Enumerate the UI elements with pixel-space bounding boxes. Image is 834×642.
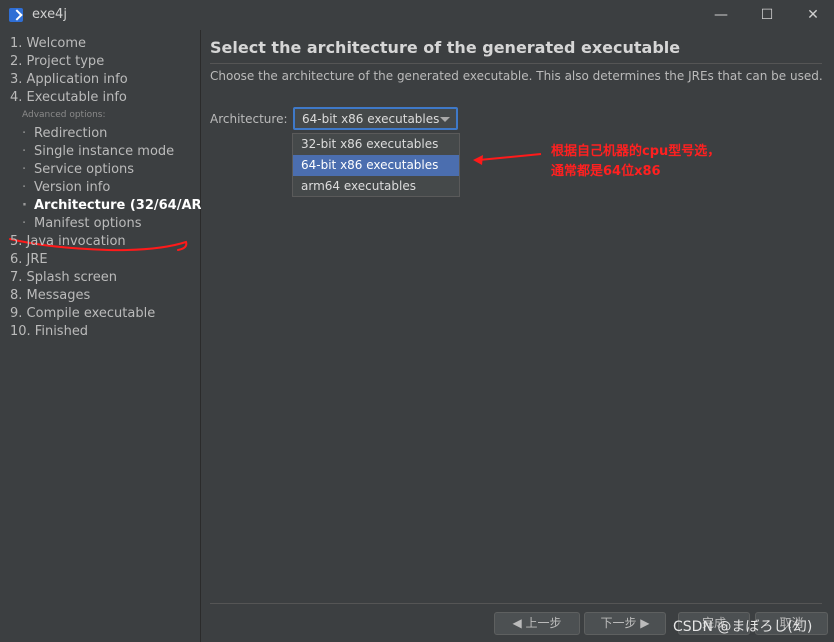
minimize-button[interactable]: — (698, 0, 744, 30)
sub-step-label: Architecture (32/64/ARM) (34, 198, 221, 213)
step-jre[interactable]: 6. JRE (10, 252, 48, 267)
page-description: Choose the architecture of the generated… (210, 69, 823, 83)
sub-step-architecture[interactable]: · Architecture (32/64/ARM) (22, 198, 220, 213)
sub-step-label: Redirection (34, 126, 108, 141)
maximize-button[interactable]: ☐ (744, 0, 790, 30)
next-button[interactable]: 下一步 ▶ (584, 612, 666, 635)
architecture-select[interactable]: 64-bit x86 executables (293, 107, 458, 130)
annotation-text: 根据自己机器的cpu型号选， 通常都是64位x86 (551, 142, 720, 182)
step-application-info[interactable]: 3. Application info (10, 72, 128, 87)
architecture-dropdown-list: 32-bit x86 executables 64-bit x86 execut… (292, 133, 460, 197)
sub-step-label: Version info (34, 180, 111, 195)
previous-button[interactable]: ◀ 上一步 (494, 612, 580, 635)
sub-step-label: Service options (34, 162, 135, 177)
step-messages[interactable]: 8. Messages (10, 288, 90, 303)
step-executable-info[interactable]: 4. Executable info (10, 90, 127, 105)
option-32bit-x86[interactable]: 32-bit x86 executables (293, 134, 459, 155)
option-64bit-x86[interactable]: 64-bit x86 executables (293, 155, 459, 176)
step-compile-executable[interactable]: 9. Compile executable (10, 306, 155, 321)
sub-step-label: Manifest options (34, 216, 142, 231)
sub-step-version-info[interactable]: · Version info (22, 180, 110, 195)
window-title: exe4j (32, 7, 67, 22)
architecture-select-value: 64-bit x86 executables (302, 112, 440, 126)
step-finished[interactable]: 10. Finished (10, 324, 88, 339)
annotation-line-2: 通常都是64位x86 (551, 164, 661, 179)
bullet-dot: · (22, 180, 27, 195)
chevron-down-icon[interactable] (440, 117, 450, 122)
bullet-dot: · (22, 144, 27, 159)
sub-step-manifest-options[interactable]: · Manifest options (22, 216, 142, 231)
bullet-dot: · (22, 216, 27, 231)
sub-step-service-options[interactable]: · Service options (22, 162, 134, 177)
bullet-dot: · (22, 198, 27, 213)
red-arrow-annotation (473, 153, 542, 165)
step-project-type[interactable]: 2. Project type (10, 54, 104, 69)
step-java-invocation[interactable]: 5. Java invocation (10, 234, 126, 249)
sub-step-label: Single instance mode (34, 144, 175, 159)
main-panel: Select the architecture of the generated… (201, 30, 834, 642)
architecture-label: Architecture: (210, 112, 288, 126)
page-title: Select the architecture of the generated… (210, 38, 681, 57)
title-bar: exe4j — ☐ ✕ (0, 0, 834, 30)
footer-divider (210, 603, 822, 604)
sub-step-redirection[interactable]: · Redirection (22, 126, 107, 141)
wizard-steps-sidebar: 1. Welcome 2. Project type 3. Applicatio… (0, 30, 220, 642)
close-button[interactable]: ✕ (790, 0, 834, 30)
step-welcome[interactable]: 1. Welcome (10, 36, 86, 51)
bullet-dot: · (22, 126, 27, 141)
title-divider (210, 63, 822, 64)
step-splash-screen[interactable]: 7. Splash screen (10, 270, 117, 285)
csdn-watermark: CSDN @まぼろし(幻) (673, 619, 813, 635)
exe4j-app-icon (9, 8, 23, 22)
option-arm64[interactable]: arm64 executables (293, 176, 459, 197)
advanced-options-label: Advanced options: (22, 110, 106, 120)
annotation-line-1: 根据自己机器的cpu型号选， (551, 144, 721, 159)
bullet-dot: · (22, 162, 27, 177)
sub-step-single-instance[interactable]: · Single instance mode (22, 144, 174, 159)
